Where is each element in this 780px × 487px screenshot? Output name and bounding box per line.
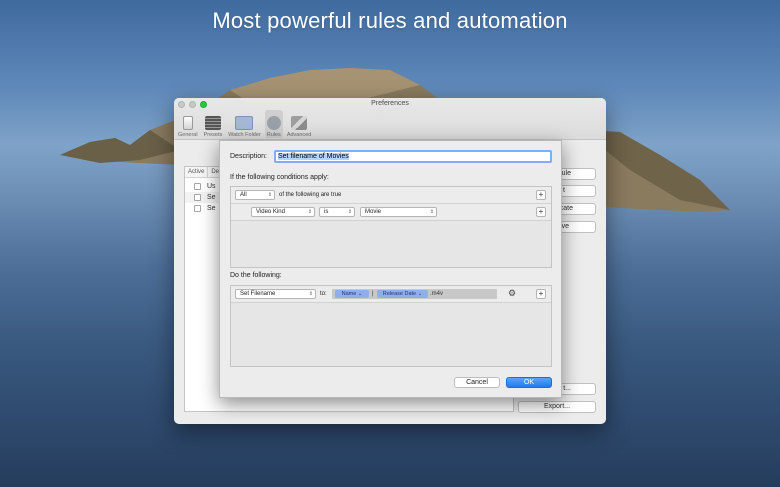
condition-value-popup[interactable]: Movie ⇕ [360, 207, 437, 217]
condition-row: Video Kind ⇕ is ⇕ Movie ⇕ + [231, 204, 551, 221]
advanced-icon [291, 116, 308, 130]
extension-text: .m4v [430, 291, 444, 297]
rule-name: Us [207, 183, 216, 190]
add-condition-button[interactable]: + [536, 190, 546, 200]
to-label: to: [320, 291, 327, 297]
general-icon [182, 116, 193, 130]
popup-arrows-icon: ⇕ [307, 209, 312, 215]
action-row: Set Filename ⇕ to: Name ⌄ | Release Date… [231, 286, 551, 303]
release-date-token[interactable]: Release Date ⌄ [377, 290, 428, 298]
tab-general[interactable]: General [176, 110, 200, 138]
watch-folder-icon [235, 116, 254, 130]
active-checkbox[interactable] [194, 183, 201, 190]
conditions-box: All ⇕ of the following are true + Video … [230, 186, 552, 268]
actions-box: Set Filename ⇕ to: Name ⌄ | Release Date… [230, 285, 552, 367]
title-bar: Preferences General Presets Watch Folder… [174, 98, 606, 140]
filename-token-field[interactable]: Name ⌄ | Release Date ⌄ .m4v [332, 289, 497, 299]
description-value: Set filename of Movies [278, 153, 349, 160]
add-subcondition-button[interactable]: + [536, 207, 546, 217]
match-suffix: of the following are true [279, 192, 342, 198]
active-checkbox[interactable] [194, 205, 201, 212]
preferences-toolbar: General Presets Watch Folder Rules Advan… [176, 110, 313, 138]
condition-field-value: Video Kind [256, 209, 285, 215]
rules-icon [266, 116, 281, 130]
name-token-label: Name [341, 291, 357, 297]
rule-editor-sheet: Description: Set filename of Movies If t… [219, 140, 562, 398]
cancel-button[interactable]: Cancel [454, 377, 500, 388]
tab-general-label: General [178, 132, 198, 138]
match-row: All ⇕ of the following are true + [231, 187, 551, 204]
popup-arrows-icon: ⇕ [308, 291, 313, 297]
ok-button[interactable]: OK [506, 377, 552, 388]
popup-arrows-icon: ⇕ [347, 209, 352, 215]
headline: Most powerful rules and automation [212, 8, 568, 33]
tab-watch-folder[interactable]: Watch Folder [226, 110, 263, 138]
gear-icon[interactable]: ⚙ [508, 288, 516, 298]
active-checkbox[interactable] [194, 194, 201, 201]
match-popup-value: All [240, 192, 247, 198]
description-label: Description: [230, 153, 267, 160]
tab-rules[interactable]: Rules [264, 110, 283, 138]
name-token[interactable]: Name ⌄ [335, 290, 369, 298]
actions-label: Do the following: [230, 272, 282, 279]
window-title: Preferences [371, 100, 409, 107]
condition-operator-popup[interactable]: is ⇕ [319, 207, 355, 217]
rule-name: Se [207, 194, 216, 201]
tab-presets-label: Presets [203, 132, 223, 138]
tab-advanced[interactable]: Advanced [285, 110, 313, 138]
popup-arrows-icon: ⇕ [267, 192, 272, 198]
export-button[interactable]: Export... [518, 401, 596, 413]
match-popup[interactable]: All ⇕ [235, 190, 275, 200]
rule-name: Se [207, 205, 216, 212]
add-action-button[interactable]: + [536, 289, 546, 299]
tab-presets[interactable]: Presets [202, 110, 225, 138]
column-active[interactable]: Active [185, 167, 209, 177]
condition-operator-value: is [324, 209, 329, 215]
action-type-value: Set Filename [240, 291, 276, 297]
condition-field-popup[interactable]: Video Kind ⇕ [251, 207, 315, 217]
presets-icon [204, 116, 221, 130]
action-type-popup[interactable]: Set Filename ⇕ [235, 289, 316, 299]
tab-watch-folder-label: Watch Folder [228, 132, 261, 138]
token-separator: | [372, 291, 374, 297]
popup-arrows-icon: ⇕ [429, 209, 434, 215]
condition-value-value: Movie [365, 209, 382, 215]
conditions-label: If the following conditions apply: [230, 174, 329, 181]
release-date-token-label: Release Date [382, 291, 417, 297]
tab-advanced-label: Advanced [286, 132, 312, 138]
description-field[interactable]: Set filename of Movies [274, 150, 552, 163]
tab-rules-label: Rules [266, 132, 281, 138]
